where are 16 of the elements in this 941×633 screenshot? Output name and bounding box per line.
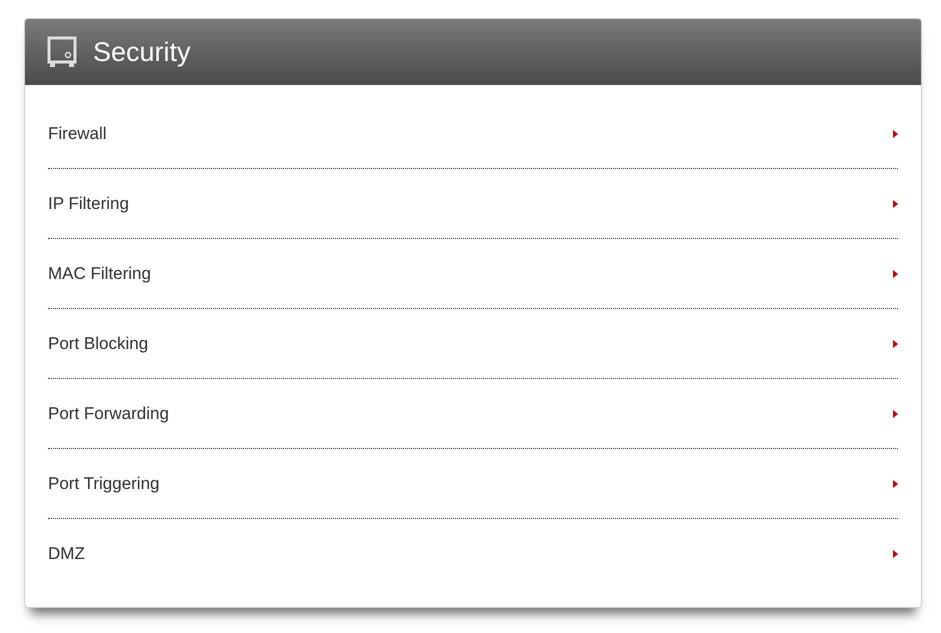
menu-item[interactable]: Port Forwarding [48, 379, 898, 449]
caret-icon [893, 270, 898, 278]
caret-icon [893, 200, 898, 208]
menu-item[interactable]: Port Blocking [48, 309, 898, 379]
caret-icon [893, 410, 898, 418]
menu-item[interactable]: Port Triggering [48, 449, 898, 519]
caret-icon [893, 480, 898, 488]
menu-item[interactable]: DMZ [48, 519, 898, 589]
menu-item[interactable]: MAC Filtering [48, 239, 898, 309]
safe-icon [47, 36, 77, 68]
menu-item[interactable]: IP Filtering [48, 169, 898, 239]
caret-icon [893, 130, 898, 138]
panel-title: Security [93, 36, 191, 68]
menu-item[interactable]: Firewall [48, 99, 898, 169]
caret-icon [893, 550, 898, 558]
caret-icon [893, 340, 898, 348]
